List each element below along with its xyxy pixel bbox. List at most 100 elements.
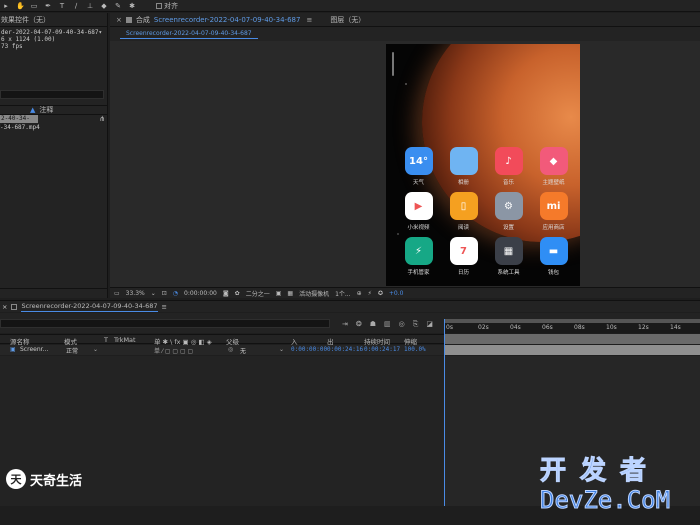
- sort-icon[interactable]: ▲: [30, 106, 35, 114]
- composition-bar: [444, 334, 700, 344]
- color-icon[interactable]: ✿: [235, 290, 240, 297]
- transparency-icon[interactable]: ▦: [287, 290, 293, 297]
- project-info-name: der-2022-04-07-09-40-34-687▾: [1, 29, 103, 36]
- layer-switches[interactable]: 单 ⁄ ▢ ▢ ▢ ▢: [154, 346, 193, 355]
- roto-tool-icon[interactable]: ✎: [114, 2, 122, 10]
- app-item: 14° 天气: [396, 147, 441, 186]
- composition-tab-bar: × 合成 Screenrecorder-2022-04-07-09-40-34-…: [110, 13, 700, 27]
- exposure-icon[interactable]: ✪: [378, 290, 383, 297]
- time-ruler[interactable]: 0s 02s 04s 06s 08s 10s 12s 14s: [444, 319, 700, 333]
- project-info-dims: 6 x 1124 (1.00): [1, 36, 56, 43]
- composition-panel: × 合成 Screenrecorder-2022-04-07-09-40-34-…: [110, 13, 700, 298]
- chevron-down-icon[interactable]: ⌄: [151, 290, 156, 297]
- trkmat-column[interactable]: TrkMat: [114, 336, 136, 344]
- selection-tool-icon[interactable]: ▸: [2, 2, 10, 10]
- timecode-display[interactable]: 0:00:00:00: [184, 290, 217, 297]
- pin-tool-icon[interactable]: ✱: [128, 2, 136, 10]
- rect-tool-icon[interactable]: ▭: [30, 2, 38, 10]
- layer-row[interactable]: ▣ Screenr... 正常 ⌄ 单 ⁄ ▢ ▢ ▢ ▢ ◎ 无 ⌄ 0:00…: [0, 345, 444, 355]
- zoom-select[interactable]: 33.3%: [126, 290, 145, 297]
- devze-watermark-cn: 开发者: [540, 456, 661, 487]
- exposure-value[interactable]: +0.0: [389, 290, 404, 297]
- hand-tool-icon[interactable]: ✋: [16, 2, 25, 10]
- work-area-bar[interactable]: [444, 319, 700, 323]
- chevron-down-icon[interactable]: ⌄: [93, 346, 98, 353]
- ruler-tick-label: 02s: [478, 324, 489, 331]
- graph-editor-icon[interactable]: ⎘: [413, 320, 419, 329]
- ruler-tick-label: 14s: [670, 324, 681, 331]
- composition-viewer[interactable]: 14° 天气 相册 ♪ 音乐 ◆ 主题壁纸 ▶ 小米视频 ▯ 阅读 ⚙ 设置 mi 应用商店 ⚡ 手机管家 7 日历…: [110, 41, 700, 287]
- timeline-tab-bar: × Screenrecorder-2022-04-07-09-40-34-687…: [0, 300, 700, 312]
- menu-icon[interactable]: ≡: [306, 16, 312, 24]
- views-select[interactable]: 1个...: [335, 289, 351, 298]
- project-footer: [0, 288, 108, 298]
- chevron-down-icon[interactable]: ⌄: [279, 346, 284, 353]
- layer-stretch[interactable]: 100.0%: [404, 346, 426, 353]
- graph-icon[interactable]: ◪: [426, 320, 433, 329]
- render-icon[interactable]: ⊕: [357, 290, 362, 297]
- shy-icon[interactable]: ☗: [370, 320, 376, 329]
- app-item: 相册: [441, 147, 486, 186]
- monitor-icon[interactable]: ▭: [114, 290, 120, 297]
- composition-tab-name[interactable]: Screenrecorder-2022-04-07-09-40-34-687: [154, 16, 301, 24]
- resolution-select[interactable]: 二分之一: [246, 289, 270, 298]
- current-time-indicator[interactable]: [444, 319, 445, 519]
- project-item-footage[interactable]: -34-687.mp4: [0, 124, 40, 132]
- app-item: ▶ 小米视频: [396, 192, 441, 231]
- app-item: mi 应用商店: [531, 192, 576, 231]
- timeline-search-input[interactable]: [0, 319, 330, 328]
- menu-icon[interactable]: ≡: [162, 303, 167, 311]
- region-icon[interactable]: ▣: [276, 290, 282, 297]
- camera-select[interactable]: 活动摄像机: [299, 289, 329, 298]
- align-toggle[interactable]: 对齐: [156, 1, 178, 11]
- note-column-label[interactable]: 注释: [39, 105, 53, 115]
- app-icon: ◆: [539, 147, 568, 175]
- layer-in-point[interactable]: 0:00:00:00: [291, 346, 327, 353]
- ruler-tick-label: 04s: [510, 324, 521, 331]
- fast-preview-icon[interactable]: ⚡: [368, 290, 372, 297]
- project-column-header: ▲ 注释: [0, 105, 108, 115]
- align-checkbox[interactable]: [156, 2, 162, 9]
- camera-icon[interactable]: ◙: [223, 290, 229, 297]
- t-column[interactable]: T: [104, 336, 108, 344]
- layer-name[interactable]: Screenr...: [20, 346, 48, 353]
- draft-3d-icon[interactable]: ❂: [356, 320, 362, 329]
- frame-blend-icon[interactable]: ▥: [384, 320, 391, 329]
- app-item: ▬ 钱包: [531, 237, 576, 276]
- grid-icon[interactable]: ⊡: [162, 290, 167, 297]
- comp-flow-icon[interactable]: ⇥: [342, 320, 348, 329]
- text-tool-icon[interactable]: T: [58, 2, 66, 10]
- project-item-comp[interactable]: 2-40-34-687: [0, 115, 38, 130]
- composition-sub-tab[interactable]: Screenrecorder-2022-04-07-09-40-34-687: [120, 29, 258, 39]
- close-icon[interactable]: ×: [116, 16, 122, 24]
- layer-duration-bar[interactable]: [444, 345, 700, 355]
- parent-select[interactable]: 无: [240, 346, 246, 355]
- layer-panel-tab[interactable]: 图层（无）: [330, 15, 365, 25]
- app-label: 手机管家: [407, 270, 430, 276]
- layer-duration[interactable]: 0:00:24:17: [364, 346, 400, 353]
- app-label: 天气: [412, 180, 424, 186]
- brush-tool-icon[interactable]: ∕: [72, 2, 80, 10]
- layer-mode-select[interactable]: 正常: [66, 346, 78, 355]
- stamp-tool-icon[interactable]: ⊥: [86, 2, 94, 10]
- mask-icon[interactable]: ◔: [173, 290, 178, 297]
- project-info-fps: 73 fps: [1, 43, 23, 50]
- app-label: 主题壁纸: [542, 180, 565, 186]
- app-item: ▦ 系统工具: [486, 237, 531, 276]
- layer-out-point[interactable]: 0:00:24:16: [327, 346, 363, 353]
- close-icon[interactable]: ×: [2, 303, 7, 311]
- project-search-input[interactable]: [0, 90, 104, 99]
- lock-icon[interactable]: [11, 303, 18, 310]
- project-panel: 效果控件（无） der-2022-04-07-09-40-34-687▾ 6 x…: [0, 13, 108, 298]
- pen-tool-icon[interactable]: ✒: [44, 2, 52, 10]
- eraser-tool-icon[interactable]: ◆: [100, 2, 108, 10]
- motion-blur-icon[interactable]: ◎: [399, 320, 405, 329]
- composition-tab-label[interactable]: 合成: [136, 15, 150, 25]
- ruler-tick-label: 08s: [574, 324, 585, 331]
- effects-panel-header[interactable]: 效果控件（无）: [0, 13, 107, 27]
- lock-icon[interactable]: [125, 16, 132, 23]
- devze-watermark: 开发者 DevZe.CoM: [540, 456, 696, 515]
- parent-pickwhip-icon[interactable]: ◎: [228, 346, 233, 353]
- flowchart-icon[interactable]: ⋔: [99, 115, 105, 123]
- timeline-tab-name[interactable]: Screenrecorder-2022-04-07-09-40-34-687: [21, 302, 158, 312]
